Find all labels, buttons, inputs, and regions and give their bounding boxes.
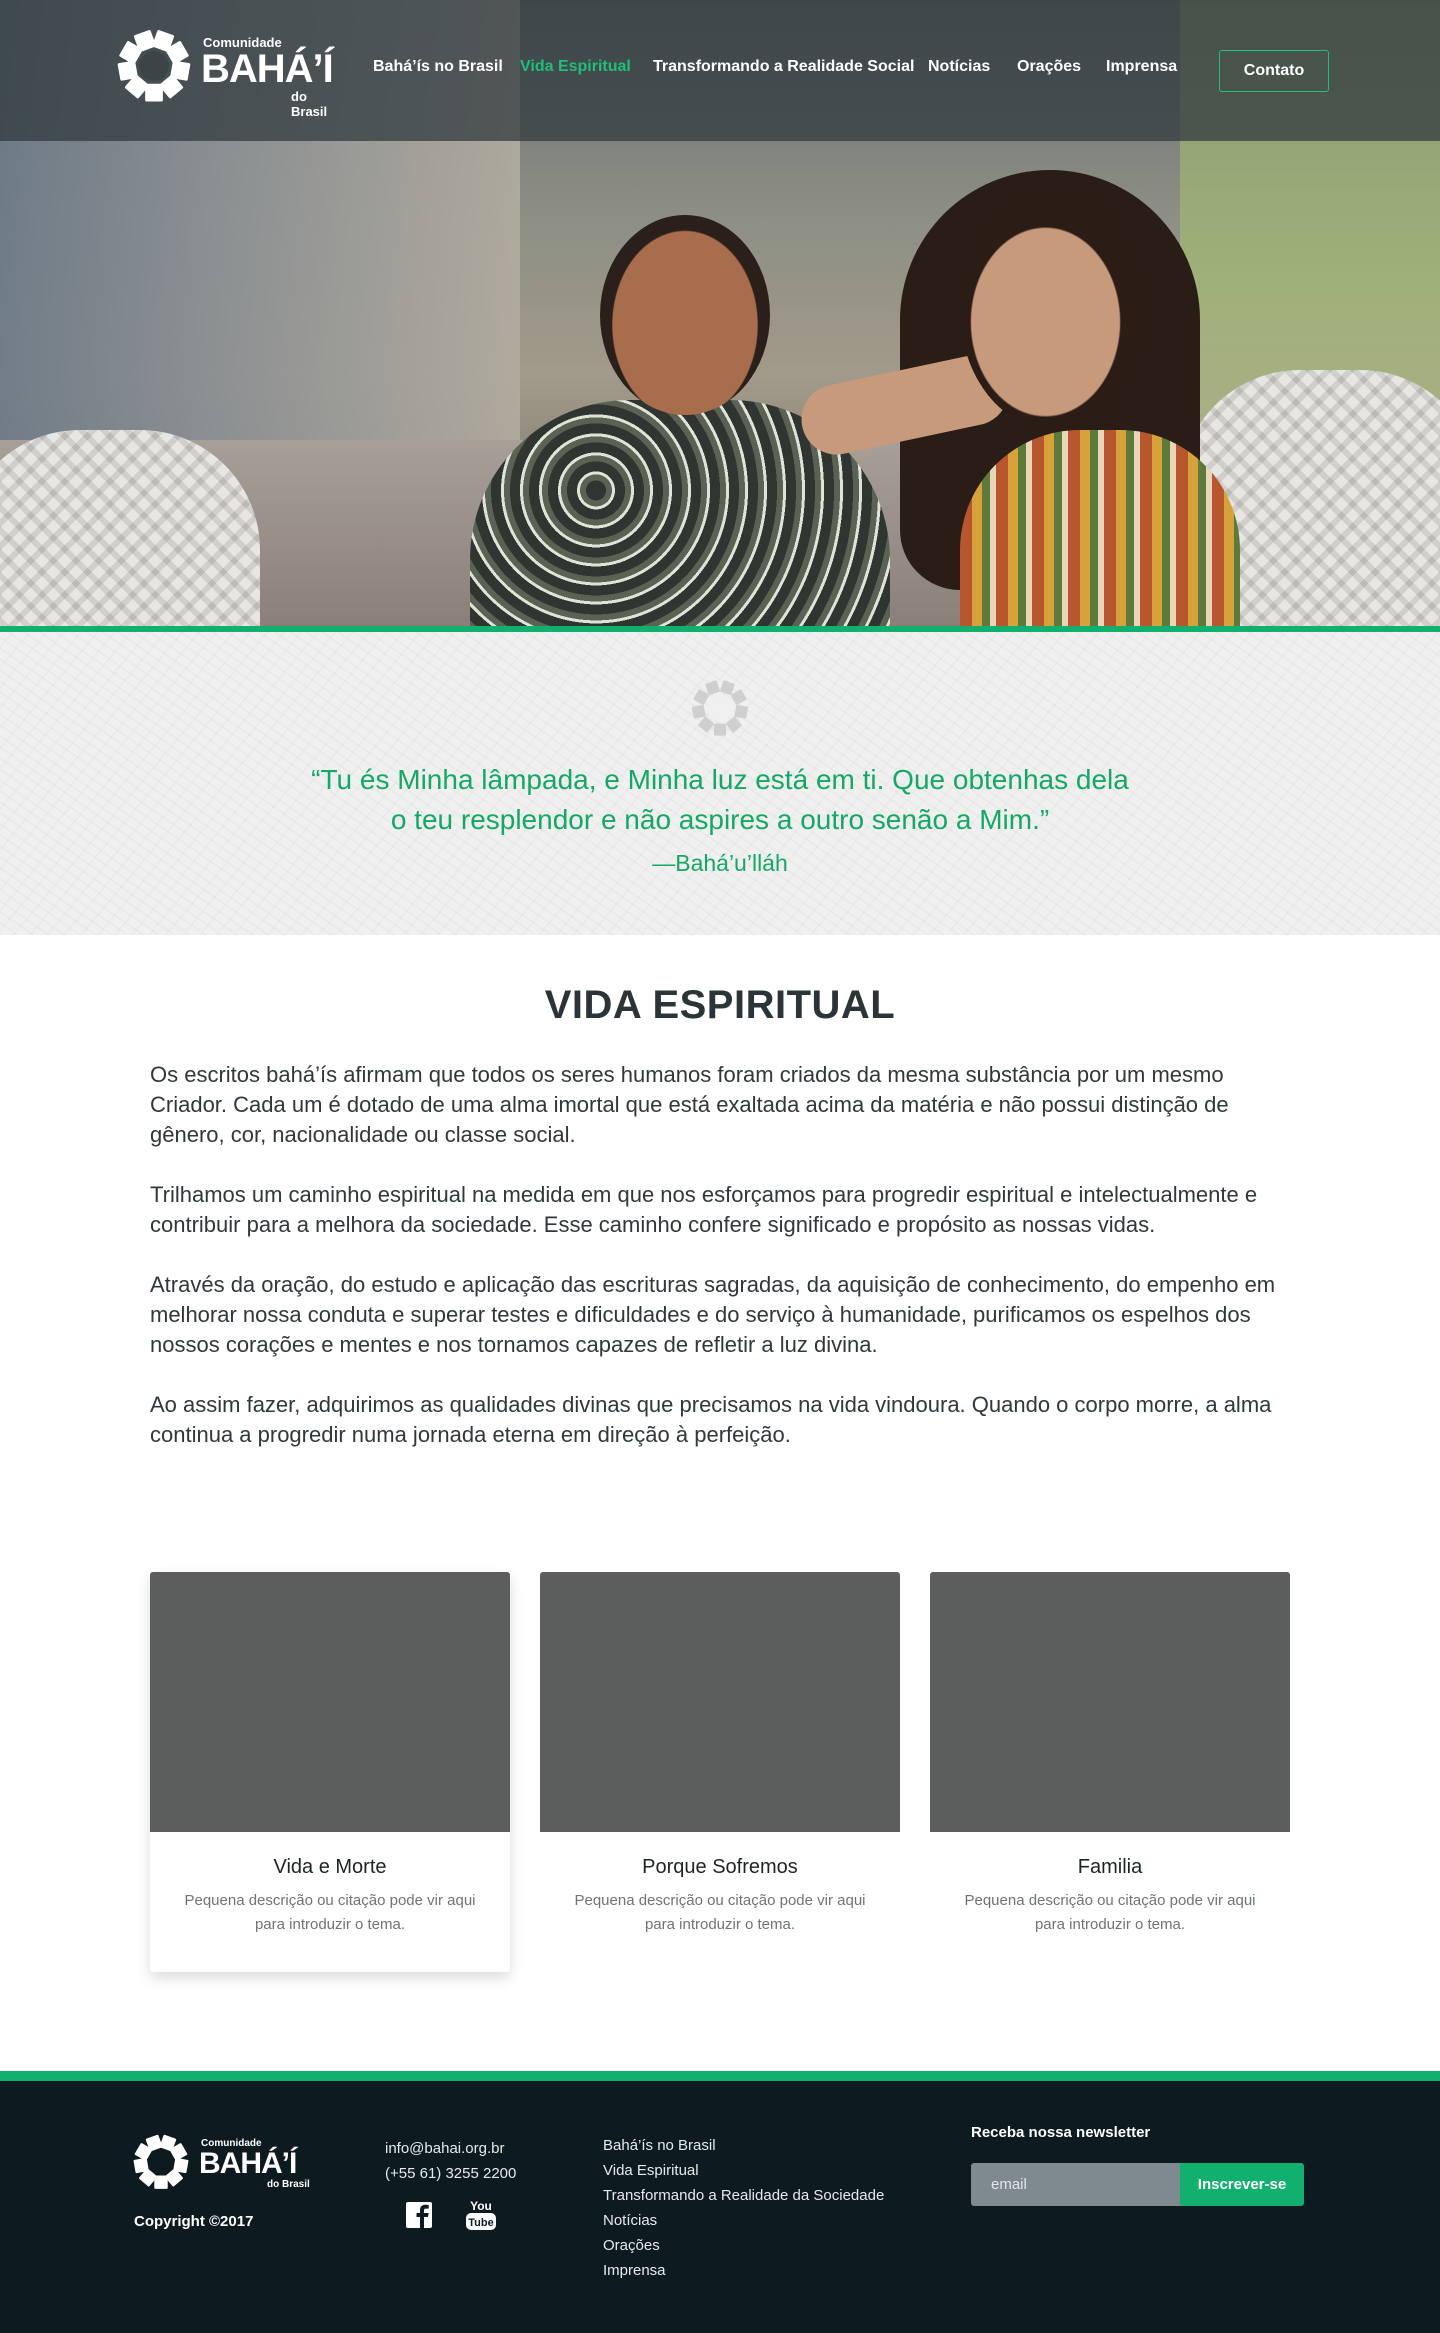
facebook-icon[interactable] — [404, 2198, 436, 2232]
newsletter-email-input[interactable] — [971, 2163, 1180, 2206]
card-title: Familia — [1077, 1856, 1143, 1878]
footer-link-transformando[interactable]: Transformando a Realidade da Sociedade — [603, 2183, 884, 2208]
youtube-icon[interactable]: You Tube — [465, 2198, 497, 2232]
contact-email[interactable]: info@bahai.org.br — [385, 2136, 516, 2161]
logo-bottom-text: do Brasil — [291, 89, 328, 119]
paragraph: Os escritos bahá’ís afirmam que todos os… — [150, 1062, 1229, 1147]
bahai-star-icon — [691, 680, 749, 736]
card-title: Porque Sofremos — [642, 1856, 798, 1878]
quote-line-1: “Tu és Minha lâmpada, e Minha luz está e… — [311, 764, 1129, 795]
footer-link-imprensa[interactable]: Imprensa — [603, 2258, 884, 2283]
nav-item-transformando[interactable]: Transformando a Realidade Social — [653, 58, 914, 76]
bahai-star-icon — [133, 2134, 189, 2189]
contact-phone: (+55 61) 3255 2200 — [385, 2165, 517, 2182]
nav-item-noticias[interactable]: Notícias — [928, 58, 990, 76]
footer-accent-bar — [0, 2071, 1440, 2081]
topic-card-porque-sofremos[interactable]: Porque Sofremos Pequena descrição ou cit… — [540, 1572, 900, 1972]
card-image — [150, 1572, 510, 1832]
logo-main-text: BAHÁ’Í — [199, 2147, 297, 2180]
nav-item-bahais-no-brasil[interactable]: Bahá’ís no Brasil — [373, 58, 503, 76]
card-description: Pequena descrição ou citação pode vir aq… — [964, 1892, 1256, 1933]
page-title: VIDA ESPIRITUAL — [544, 983, 896, 1027]
footer-link-noticias[interactable]: Notícias — [603, 2208, 884, 2233]
footer-link-vida-espiritual[interactable]: Vida Espiritual — [603, 2158, 884, 2183]
card-description: Pequena descrição ou citação pode vir aq… — [184, 1892, 476, 1933]
paragraph: Através da oração, do estudo e aplicação… — [150, 1272, 1276, 1357]
copyright-text: Copyright ©2017 — [134, 2213, 254, 2230]
quote-line-2: o teu resplendor e não aspires a outro s… — [390, 804, 1050, 835]
footer-link-oracoes[interactable]: Orações — [603, 2233, 884, 2258]
nav-item-imprensa[interactable]: Imprensa — [1106, 58, 1177, 76]
nav-item-vida-espiritual[interactable]: Vida Espiritual — [520, 58, 631, 76]
logo-main-text: BAHÁ’Í — [201, 47, 334, 91]
quote-text: “Tu és Minha lâmpada, e Minha luz está e… — [220, 760, 1220, 840]
topic-card-vida-e-morte[interactable]: Vida e Morte Pequena descrição ou citaçã… — [150, 1572, 510, 1972]
site-header: Comunidade BAHÁ’Í do Brasil Bahá’ís no B… — [0, 0, 1440, 141]
topic-card-familia[interactable]: Familia Pequena descrição ou citação pod… — [930, 1572, 1290, 1972]
content-body: Os escritos bahá’ís afirmam que todos os… — [150, 1060, 1290, 1480]
footer-link-bahais-no-brasil[interactable]: Bahá’ís no Brasil — [603, 2133, 884, 2158]
subscribe-button[interactable]: Inscrever-se — [1180, 2163, 1304, 2206]
card-image — [540, 1572, 900, 1832]
newsletter-title: Receba nossa newsletter — [971, 2124, 1151, 2141]
card-description: Pequena descrição ou citação pode vir aq… — [574, 1892, 866, 1933]
contact-button[interactable]: Contato — [1219, 50, 1329, 92]
paragraph: Trilhamos um caminho espiritual na medid… — [150, 1182, 1258, 1237]
card-title: Vida e Morte — [273, 1856, 387, 1878]
footer-logo[interactable]: Comunidade BAHÁ’Í do Brasil — [133, 2134, 313, 2194]
card-image — [930, 1572, 1290, 1832]
paragraph: Ao assim fazer, adquirimos as qualidades… — [150, 1392, 1272, 1447]
bahai-star-icon — [117, 30, 191, 102]
quote-author: —Bahá’u’lláh — [652, 850, 788, 876]
logo-bottom-text: do Brasil — [267, 2179, 310, 2190]
youtube-text-tube: Tube — [468, 2217, 493, 2229]
bahai-logo[interactable]: Comunidade BAHÁ’Í do Brasil — [117, 29, 337, 119]
youtube-text-you: You — [470, 2199, 492, 2213]
footer-links: Bahá’ís no Brasil Vida Espiritual Transf… — [603, 2133, 884, 2283]
nav-item-oracoes[interactable]: Orações — [1017, 58, 1081, 76]
footer-contact: info@bahai.org.br (+55 61) 3255 2200 — [385, 2136, 516, 2186]
